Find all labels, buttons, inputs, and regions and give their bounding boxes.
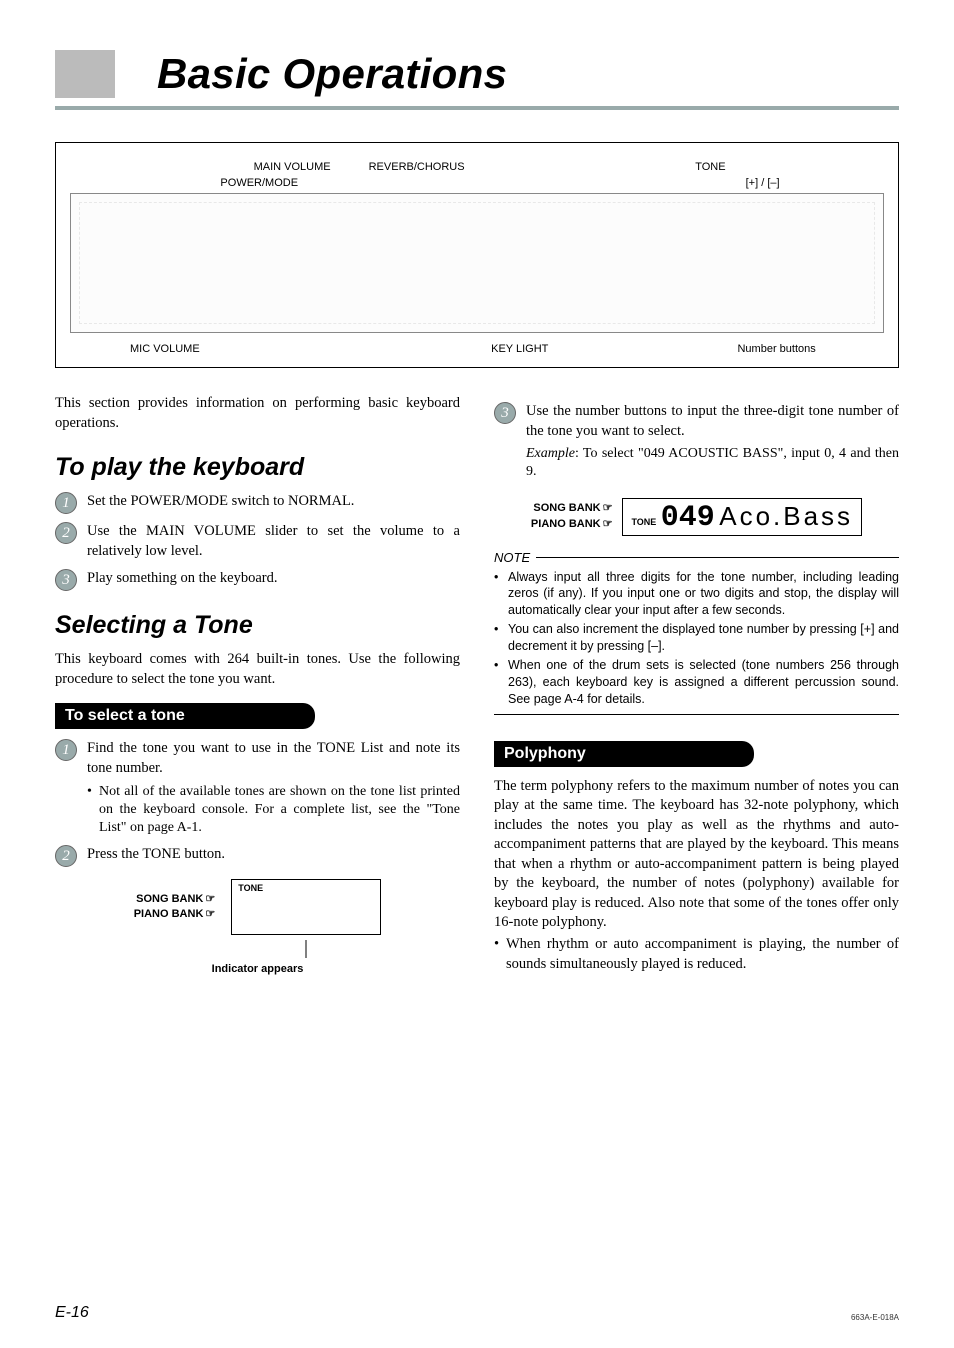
step-number-icon: 2 [55, 845, 77, 867]
example-text: : To select "049 ACOUSTIC BASS", input 0… [526, 446, 899, 479]
step-number-icon: 1 [55, 492, 77, 514]
songbank-text: SONG BANK [533, 502, 600, 514]
note-list: •Always input all three digits for the t… [494, 569, 899, 708]
label-key-light: KEY LIGHT [249, 343, 558, 355]
select-step-3-text: Use the number buttons to input the thre… [526, 402, 899, 441]
select-step-1-text: Find the tone you want to use in the TON… [87, 739, 460, 778]
intro-paragraph: This section provides information on per… [55, 394, 460, 433]
label-reverb-chorus: REVERB/CHORUS [339, 161, 518, 173]
header-tab [55, 50, 115, 98]
select-step-3-example: Example: To select "049 ACOUSTIC BASS", … [526, 445, 899, 481]
lcd-text: Aco.Bass [719, 501, 853, 531]
lcd-large: TONE 049 Aco.Bass [622, 498, 862, 536]
label-tone: TONE [518, 161, 746, 173]
note-item-2: You can also increment the displayed ton… [508, 621, 899, 655]
example-label: Example [526, 446, 575, 461]
label-main-volume: MAIN VOLUME [70, 161, 339, 173]
play-step-1: 1 Set the POWER/MODE switch to NORMAL. [55, 492, 460, 514]
note-item-1: Always input all three digits for the to… [508, 569, 899, 620]
indicator-arrow [306, 940, 307, 958]
songbank-text: SONG BANK [136, 893, 203, 905]
polyphony-bullet: When rhythm or auto accompaniment is pla… [506, 935, 899, 974]
play-step-2: 2 Use the MAIN VOLUME slider to set the … [55, 522, 460, 561]
bullet-icon: • [494, 621, 508, 655]
lcd-tone-label: TONE [238, 883, 263, 893]
select-step-1-sub: Not all of the available tones are shown… [99, 783, 460, 838]
bullet-icon: • [494, 657, 508, 708]
note-heading: NOTE [494, 550, 899, 565]
pianobank-text: PIANO BANK [531, 518, 601, 530]
heading-selecting-tone: Selecting a Tone [55, 611, 460, 640]
right-column: 3 Use the number buttons to input the th… [494, 394, 899, 975]
note-label: NOTE [494, 550, 530, 565]
note-rule [536, 557, 899, 558]
play-step-2-text: Use the MAIN VOLUME slider to set the vo… [87, 522, 460, 561]
select-step-2-text: Press the TONE button. [87, 845, 225, 867]
songbank-pianobank-label: SONG BANK PIANO BANK [531, 501, 613, 532]
select-step-1: 1 Find the tone you want to use in the T… [55, 739, 460, 837]
bullet-icon: • [87, 783, 99, 838]
note-item-3: When one of the drum sets is selected (t… [508, 657, 899, 708]
selecting-intro: This keyboard comes with 264 built-in to… [55, 650, 460, 689]
pianobank-text: PIANO BANK [134, 908, 204, 920]
keyboard-illustration [70, 193, 884, 333]
doc-code: 663A-E-018A [851, 1313, 899, 1322]
hand-icon [203, 893, 215, 905]
page-number: E-16 [55, 1304, 89, 1322]
play-step-3: 3 Play something on the keyboard. [55, 569, 460, 591]
label-number-buttons: Number buttons [737, 343, 884, 355]
step-number-icon: 2 [55, 522, 77, 544]
step-number-icon: 1 [55, 739, 77, 761]
indicator-caption: Indicator appears [55, 963, 460, 975]
hand-icon [601, 502, 613, 514]
lcd-big-figure: SONG BANK PIANO BANK TONE 049 Aco.Bass [494, 498, 899, 536]
step-number-icon: 3 [55, 569, 77, 591]
lcd-digits: 049 [661, 501, 715, 535]
left-column: This section provides information on per… [55, 394, 460, 975]
tone-display-figure: SONG BANK PIANO BANK TONE [55, 879, 460, 935]
label-plus-minus: [+] / [–] [746, 177, 884, 189]
bullet-icon: • [494, 935, 506, 974]
select-step-3: 3 Use the number buttons to input the th… [494, 402, 899, 482]
note-close-rule [494, 714, 899, 715]
play-step-3-text: Play something on the keyboard. [87, 569, 277, 591]
lcd-small: TONE [231, 879, 381, 935]
footer: E-16 663A-E-018A [55, 1304, 899, 1322]
keyboard-diagram: MAIN VOLUME REVERB/CHORUS TONE POWER/MOD… [55, 142, 899, 368]
hand-icon [601, 518, 613, 530]
label-power-mode: POWER/MODE [70, 177, 306, 189]
label-mic-volume: MIC VOLUME [70, 343, 249, 355]
hand-icon [203, 908, 215, 920]
step-number-icon: 3 [494, 402, 516, 424]
polyphony-paragraph: The term polyphony refers to the maximum… [494, 777, 899, 934]
bullet-icon: • [494, 569, 508, 620]
header: Basic Operations [55, 50, 899, 98]
subhead-to-select-tone: To select a tone [55, 703, 315, 729]
heading-play-keyboard: To play the keyboard [55, 453, 460, 482]
select-step-2: 2 Press the TONE button. [55, 845, 460, 867]
title-underline [55, 106, 899, 110]
lcd-tone-label: TONE [631, 517, 656, 527]
page-title: Basic Operations [157, 50, 507, 98]
subhead-polyphony: Polyphony [494, 741, 754, 767]
songbank-pianobank-label: SONG BANK PIANO BANK [134, 892, 216, 923]
play-step-1-text: Set the POWER/MODE switch to NORMAL. [87, 492, 354, 514]
